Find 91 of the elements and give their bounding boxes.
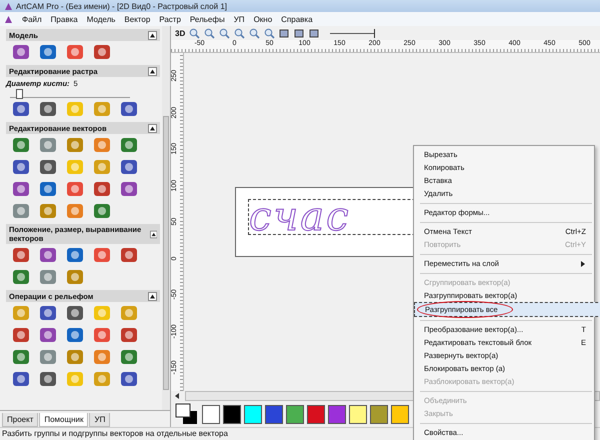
- zoom-icon[interactable]: [249, 28, 260, 38]
- tool-icon[interactable]: [12, 326, 30, 344]
- palette-color[interactable]: [391, 404, 409, 424]
- collapse-icon[interactable]: [148, 30, 157, 40]
- tool-icon[interactable]: [12, 246, 30, 264]
- slider-thumb[interactable]: [16, 89, 23, 99]
- collapse-icon[interactable]: [148, 292, 157, 300]
- 3d-view-button[interactable]: 3D: [175, 28, 186, 38]
- zoom-icon[interactable]: [204, 28, 216, 38]
- tool-icon[interactable]: [39, 100, 57, 118]
- menu-item[interactable]: Файл: [22, 14, 42, 24]
- panel-tab[interactable]: Помощник: [39, 413, 88, 427]
- app-menu-icon[interactable]: [4, 14, 13, 24]
- palette-color[interactable]: [223, 404, 241, 424]
- view-icon[interactable]: [294, 28, 306, 38]
- tool-icon[interactable]: [66, 136, 84, 154]
- tool-icon[interactable]: [12, 136, 30, 154]
- tool-icon[interactable]: [66, 326, 84, 344]
- menu-item[interactable]: Рельефы: [190, 14, 225, 24]
- color-swatch-icon[interactable]: [175, 403, 199, 425]
- tool-icon[interactable]: [12, 348, 30, 366]
- panel-tab[interactable]: Проект: [2, 413, 38, 427]
- tool-icon[interactable]: [12, 158, 30, 176]
- zoom-icon[interactable]: [219, 28, 230, 38]
- tool-icon[interactable]: [93, 43, 111, 61]
- tool-icon[interactable]: [120, 180, 138, 198]
- palette-color[interactable]: [286, 404, 304, 424]
- collapse-icon[interactable]: [148, 66, 157, 76]
- tool-icon[interactable]: [66, 304, 84, 322]
- palette-color[interactable]: [202, 404, 220, 424]
- tool-icon[interactable]: [39, 370, 57, 388]
- tool-icon[interactable]: [39, 246, 57, 264]
- collapse-icon[interactable]: [148, 124, 157, 132]
- tool-icon[interactable]: [66, 180, 84, 198]
- vector-text[interactable]: счас: [249, 200, 351, 234]
- palette-color[interactable]: [328, 404, 346, 424]
- tool-icon[interactable]: [39, 158, 57, 176]
- tool-icon[interactable]: [12, 180, 30, 198]
- menu-item[interactable]: Окно: [254, 14, 272, 24]
- window-title: ArtCAM Pro - (Без имени) - [2D Вид0 - Растровый слой 1]: [16, 2, 227, 10]
- tool-icon[interactable]: [120, 370, 138, 388]
- tool-icon[interactable]: [66, 268, 84, 286]
- zoom-icon[interactable]: [234, 28, 246, 38]
- zoom-slider[interactable]: [330, 28, 376, 38]
- tool-icon[interactable]: [39, 180, 57, 198]
- tool-icon[interactable]: [120, 246, 138, 264]
- brush-slider[interactable]: [10, 89, 130, 98]
- tool-icon[interactable]: [39, 43, 57, 61]
- tool-icon[interactable]: [39, 202, 57, 220]
- tool-icon[interactable]: [66, 246, 84, 264]
- tool-icon[interactable]: [120, 100, 138, 118]
- menu-item[interactable]: Вектор: [124, 14, 150, 24]
- palette-color[interactable]: [307, 404, 325, 424]
- tool-icon[interactable]: [66, 348, 84, 366]
- tool-icon[interactable]: [12, 100, 30, 118]
- palette-color[interactable]: [349, 404, 367, 424]
- zoom-icon[interactable]: [189, 28, 200, 38]
- scrollbar-thumb[interactable]: [163, 116, 169, 390]
- tool-icon[interactable]: [12, 370, 30, 388]
- palette-color[interactable]: [244, 404, 262, 424]
- tool-icon[interactable]: [39, 136, 57, 154]
- scrollbar[interactable]: [162, 26, 170, 410]
- menu-item[interactable]: Справка: [281, 14, 313, 24]
- submenu-arrow-icon: [580, 260, 586, 268]
- tool-icon[interactable]: [120, 326, 138, 344]
- zoom-icon[interactable]: [264, 28, 276, 38]
- tool-icon[interactable]: [12, 43, 30, 61]
- palette-color[interactable]: [265, 404, 283, 424]
- tool-icon[interactable]: [120, 136, 138, 154]
- tool-icon[interactable]: [39, 348, 57, 366]
- tool-icon[interactable]: [120, 348, 138, 366]
- tool-icon[interactable]: [12, 202, 30, 220]
- menu-item[interactable]: Растр: [159, 14, 181, 24]
- tool-icon[interactable]: [66, 43, 84, 61]
- view-icon[interactable]: [309, 28, 320, 38]
- tool-icon[interactable]: [39, 268, 57, 286]
- panel-tab[interactable]: УП: [89, 413, 110, 427]
- collapse-icon[interactable]: [150, 230, 157, 238]
- tool-icon[interactable]: [93, 180, 111, 198]
- tool-icon[interactable]: [93, 202, 111, 220]
- tool-icon[interactable]: [93, 326, 111, 344]
- tool-icon[interactable]: [12, 268, 30, 286]
- view-icon[interactable]: [279, 28, 290, 38]
- tool-icon[interactable]: [39, 326, 57, 344]
- tool-icon[interactable]: [39, 304, 57, 322]
- palette-color[interactable]: [370, 404, 388, 424]
- menu-item[interactable]: Модель: [86, 14, 116, 24]
- menu-item[interactable]: Правка: [50, 14, 78, 24]
- menu-item[interactable]: УП: [234, 14, 245, 24]
- tool-icon[interactable]: [93, 246, 111, 264]
- tool-icon[interactable]: [120, 158, 138, 176]
